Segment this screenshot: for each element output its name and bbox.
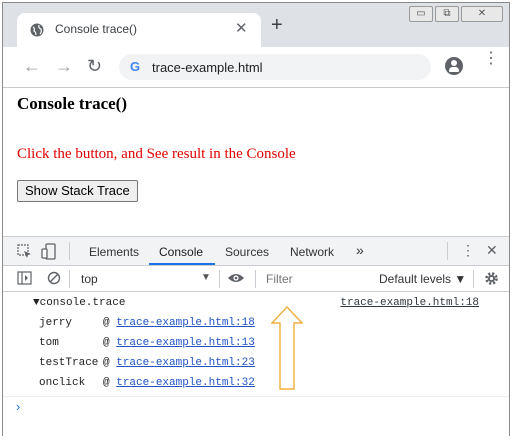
frame-function: jerry [39,317,73,329]
toolbar-divider [255,270,256,288]
toolbar-divider [69,242,70,260]
browser-toolbar: ← → ↻ G trace-example.html ⋮ [3,47,509,88]
frame-at: @ [103,377,110,389]
frame-source-link[interactable]: trace-example.html:23 [116,357,255,369]
stack-frame: testTrace @ trace-example.html:23 [39,357,255,369]
devtools-menu-icon[interactable]: ⋮ [461,242,475,259]
window-controls: ▭ ⧉ ✕ [409,6,503,22]
new-tab-button[interactable]: + [271,15,283,35]
console-trace-label[interactable]: ▼console.trace [33,297,125,309]
reload-icon[interactable]: ↻ [87,57,102,75]
stack-frame: tom @ trace-example.html:13 [39,337,255,349]
devtools-close-icon[interactable]: ✕ [486,242,498,259]
title-bar: Console trace() ✕ + ▭ ⧉ ✕ [3,3,509,47]
minimize-button[interactable]: ▭ [409,6,433,22]
tab-console[interactable]: Console [149,245,216,265]
browser-tab[interactable]: Console trace() ✕ [17,13,261,47]
console-filter-bar: top ▼ Default levels ▼ [3,266,509,292]
stack-frame: onclick @ trace-example.html:32 [39,377,255,389]
frame-source-link[interactable]: trace-example.html:32 [116,377,255,389]
eye-icon[interactable] [227,272,245,284]
restore-button[interactable]: ⧉ [435,6,459,22]
devtools-tab-bar: Elements Console Sources Network » ⋮ ✕ [3,237,509,266]
annotation-arrow-up-icon [271,306,303,390]
frame-at: @ [103,317,110,329]
filter-input[interactable] [262,269,376,289]
chevron-down-icon[interactable]: ▼ [201,272,211,283]
profile-icon[interactable] [445,57,463,75]
frame-source-link[interactable]: trace-example.html:18 [116,317,255,329]
gear-icon[interactable] [484,271,499,286]
tab-network[interactable]: Network [290,245,334,259]
tab-close-icon[interactable]: ✕ [235,19,248,37]
frame-function: tom [39,337,59,349]
toolbar-divider [219,270,220,288]
stack-frame: jerry @ trace-example.html:18 [39,317,255,329]
tab-title: Console trace() [55,22,138,36]
frame-at: @ [103,357,110,369]
frame-at: @ [103,337,110,349]
frame-function: testTrace [39,357,99,369]
globe-icon [30,23,44,37]
devtools-panel: Elements Console Sources Network » ⋮ ✕ t… [3,236,509,438]
device-toolbar-icon[interactable] [41,243,57,260]
inspect-element-icon[interactable] [17,244,32,259]
back-icon[interactable]: ← [23,57,41,75]
log-levels-dropdown[interactable]: Default levels ▼ [379,272,466,286]
trace-source-link[interactable]: trace-example.html:18 [340,297,479,309]
page-heading: Console trace() [17,94,127,113]
console-prompt[interactable]: › [16,399,20,414]
frame-source-link[interactable]: trace-example.html:13 [116,337,255,349]
tab-elements[interactable]: Elements [89,245,139,259]
toolbar-divider [473,270,474,288]
toolbar-divider [447,242,448,260]
console-output: ▼console.trace trace-example.html:18 jer… [3,292,509,438]
show-stack-trace-button[interactable]: Show Stack Trace [17,180,138,202]
browser-window: Console trace() ✕ + ▭ ⧉ ✕ ← → ↻ G trace-… [2,2,510,438]
more-tabs-icon[interactable]: » [356,242,364,258]
google-icon: G [130,59,141,74]
toolbar-divider [69,270,70,288]
tab-sources[interactable]: Sources [225,245,269,259]
url-text[interactable]: trace-example.html [152,60,263,75]
sidebar-toggle-icon[interactable] [17,271,32,285]
browser-menu-icon[interactable]: ⋮ [483,51,499,67]
forward-icon[interactable]: → [55,57,73,75]
close-window-button[interactable]: ✕ [461,6,503,22]
page-content: Console trace() Click the button, and Se… [3,88,509,236]
frame-function: onclick [39,377,86,389]
console-divider [3,396,509,397]
context-selector[interactable]: top [81,272,98,286]
address-bar[interactable]: G trace-example.html [119,54,431,80]
clear-console-icon[interactable] [47,271,61,285]
instruction-text: Click the button, and See result in the … [17,146,296,162]
